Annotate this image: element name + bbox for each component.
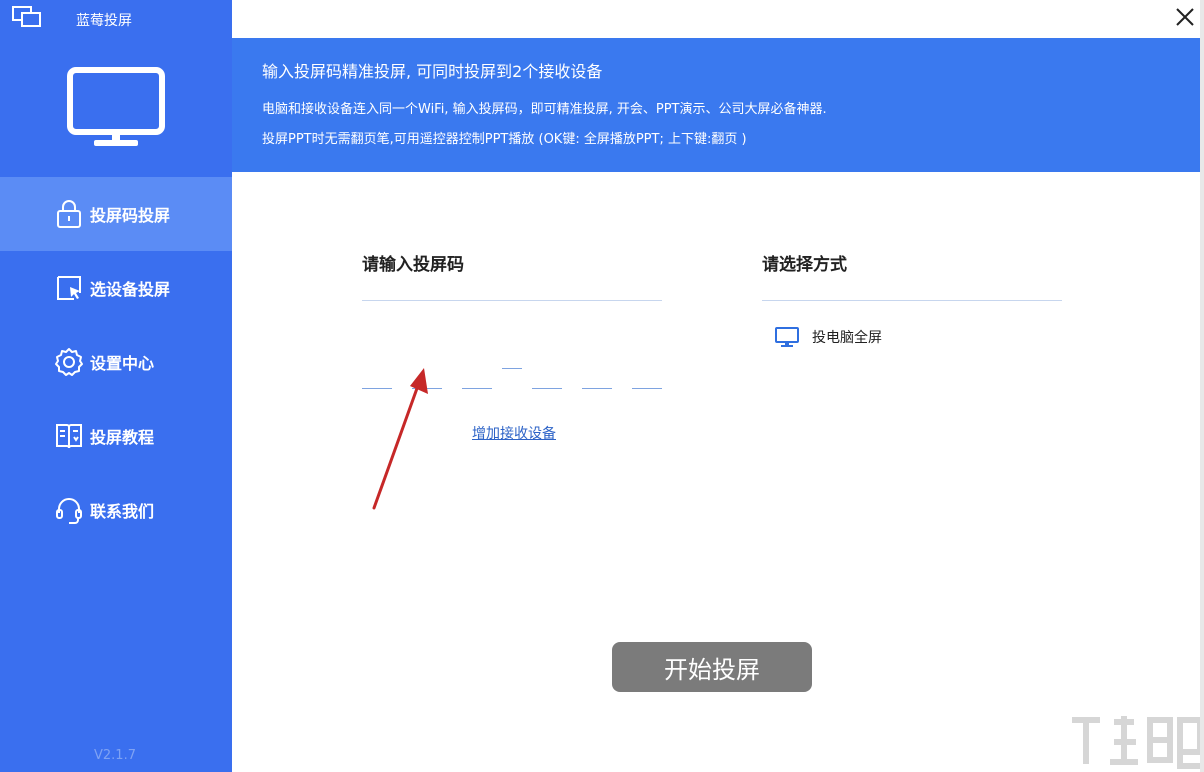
monitor-icon	[67, 67, 165, 146]
cursor-select-icon	[57, 276, 81, 300]
lock-icon	[57, 200, 81, 228]
version-label: V2.1.7	[94, 748, 136, 763]
gear-icon	[55, 348, 83, 376]
code-digit-slot[interactable]	[632, 388, 662, 389]
banner-tip: 投屏PPT时无需翻页笔,可用遥控器控制PPT播放 (OK键: 全屏播放PPT; …	[262, 132, 747, 147]
sidebar-item-tutorial[interactable]: 投屏教程	[0, 399, 232, 473]
cast-mode-section: 请选择方式 投电脑全屏	[762, 250, 1062, 347]
sidebar: 蓝莓投屏 投屏码投屏 选设备投屏 设置中心 投屏教程 联系我们 V2.1.7	[0, 0, 232, 772]
divider	[762, 300, 1062, 301]
code-digit-slot[interactable]	[462, 388, 492, 389]
sidebar-nav: 投屏码投屏 选设备投屏 设置中心 投屏教程 联系我们	[0, 177, 232, 547]
sidebar-item-label: 选设备投屏	[90, 280, 171, 299]
watermark-logo-icon	[1072, 716, 1203, 769]
cast-mode-title: 请选择方式	[762, 255, 847, 275]
info-banner: 输入投屏码精准投屏, 可同时投屏到2个接收设备 电脑和接收设备连入同一个WiFi…	[232, 38, 1204, 172]
window-edge	[1200, 0, 1204, 772]
sidebar-item-settings[interactable]: 设置中心	[0, 325, 232, 399]
annotation-arrow-icon	[372, 368, 428, 510]
fullscreen-mode-label: 投电脑全屏	[812, 330, 882, 346]
code-digit-slot[interactable]	[582, 388, 612, 389]
headset-icon	[56, 498, 82, 524]
divider	[362, 300, 662, 301]
sidebar-item-contact[interactable]: 联系我们	[0, 473, 232, 547]
banner-title: 输入投屏码精准投屏, 可同时投屏到2个接收设备	[262, 62, 603, 81]
cast-code-section: 请输入投屏码 增加接收设备	[362, 250, 662, 442]
add-receiver-link[interactable]: 增加接收设备	[472, 423, 556, 443]
start-cast-button[interactable]: 开始投屏	[612, 642, 812, 692]
sidebar-item-code-cast[interactable]: 投屏码投屏	[0, 177, 232, 251]
sidebar-item-device-cast[interactable]: 选设备投屏	[0, 251, 232, 325]
app-logo-icon	[12, 6, 41, 27]
sidebar-item-label: 设置中心	[90, 354, 155, 373]
close-button[interactable]	[1172, 4, 1198, 30]
code-digit-slot[interactable]	[532, 388, 562, 389]
app-title: 蓝莓投屏	[76, 13, 132, 29]
book-icon	[56, 424, 82, 449]
sidebar-item-label: 投屏码投屏	[90, 206, 171, 225]
banner-description: 电脑和接收设备连入同一个WiFi, 输入投屏码，即可精准投屏, 开会、PPT演示…	[262, 102, 827, 117]
sidebar-item-label: 投屏教程	[90, 428, 155, 447]
sidebar-item-label: 联系我们	[90, 502, 155, 521]
cast-code-title: 请输入投屏码	[362, 255, 464, 275]
monitor-icon	[775, 327, 799, 347]
fullscreen-mode-option[interactable]: 投电脑全屏	[774, 326, 882, 348]
code-digit-cursor[interactable]	[502, 368, 522, 369]
